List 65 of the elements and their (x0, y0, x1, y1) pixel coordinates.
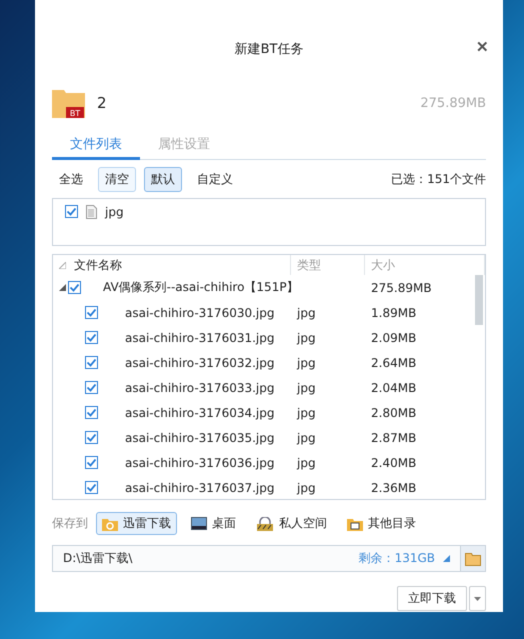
filter-button[interactable]: 清空 (98, 166, 136, 192)
expand-arrow-icon[interactable] (59, 284, 66, 291)
sort-arrow-icon (59, 262, 66, 268)
tab[interactable]: 文件列表 (52, 133, 140, 160)
checkbox[interactable] (85, 431, 98, 444)
checkbox[interactable] (68, 281, 81, 294)
file-name: asai-chihiro-3176035.jpg (125, 430, 274, 444)
filter-button[interactable]: 全选 (52, 166, 90, 192)
checkbox[interactable] (85, 381, 98, 394)
file-name: asai-chihiro-3176033.jpg (125, 380, 274, 394)
folder-name: AV偶像系列--asai-chihiro【151P】 (103, 279, 299, 296)
table-cell-text: 1.89MB (370, 306, 418, 320)
folder-icon (102, 516, 118, 530)
selected-count: 已选：151个文件 (391, 170, 486, 188)
task-name: 2 (97, 94, 108, 112)
checkbox[interactable] (85, 356, 98, 369)
file-name: asai-chihiro-3176037.jpg (125, 480, 274, 494)
table-cell-text: 275.89MB (370, 280, 433, 294)
file-name: asai-chihiro-3176032.jpg (125, 356, 274, 370)
table-cell-text: 2.87MB (370, 430, 418, 444)
table-cell-text: 2.36MB (370, 480, 418, 494)
table-cell-text: jpg (296, 306, 317, 320)
table-cell-text: 2.80MB (370, 406, 418, 420)
file-type-label: jpg (105, 205, 124, 219)
table-cell-text: jpg (296, 456, 317, 470)
filter-button[interactable]: 默认 (144, 166, 182, 192)
save-location-button[interactable]: 私人空间 (250, 512, 333, 535)
table-cell-text: jpg (296, 430, 317, 444)
table-cell-text: 2.40MB (370, 456, 418, 470)
lock-icon (256, 516, 274, 530)
save-location-button[interactable]: 迅雷下载 (96, 512, 177, 535)
save-to-label: 保存到 (52, 515, 88, 532)
checkbox[interactable] (85, 456, 98, 469)
table-cell-text: jpg (296, 356, 317, 370)
table-cell-text: jpg (296, 480, 317, 494)
table-cell-text: jpg (296, 380, 317, 394)
column-header[interactable]: 文件名称 (74, 256, 122, 274)
table-cell-text: 2.04MB (370, 380, 418, 394)
monitor-icon (191, 517, 207, 530)
file-name: asai-chihiro-3176034.jpg (125, 406, 274, 420)
window-title: 新建BT任务 (234, 41, 304, 59)
caret-icon (474, 596, 481, 600)
table-cell-text: jpg (296, 406, 317, 420)
save-location-button[interactable]: 其他目录 (341, 512, 422, 535)
file-name: asai-chihiro-3176036.jpg (125, 456, 274, 470)
folder-icon (347, 516, 363, 530)
close-button[interactable]: ✕ (476, 38, 489, 56)
task-size: 275.89MB (420, 96, 486, 110)
table-cell-text: jpg (296, 330, 317, 344)
table-cell-text: 2.64MB (370, 356, 418, 370)
table-cell-text: 2.09MB (370, 330, 418, 344)
bt-folder-icon: BT (52, 88, 85, 118)
file-icon (86, 205, 97, 219)
file-name: asai-chihiro-3176031.jpg (125, 330, 274, 344)
checkbox[interactable] (85, 406, 98, 419)
download-now-button[interactable]: 立即下载 (397, 586, 467, 611)
file-name: asai-chihiro-3176030.jpg (125, 306, 274, 320)
scrollbar-thumb[interactable] (475, 275, 483, 325)
filter-button[interactable]: 自定义 (190, 166, 240, 192)
checkbox[interactable] (85, 306, 98, 319)
checkbox[interactable] (85, 331, 98, 344)
checkbox[interactable] (65, 205, 78, 218)
checkbox[interactable] (85, 481, 98, 494)
save-location-button[interactable]: 桌面 (185, 512, 242, 535)
dropdown-button[interactable] (469, 586, 486, 611)
